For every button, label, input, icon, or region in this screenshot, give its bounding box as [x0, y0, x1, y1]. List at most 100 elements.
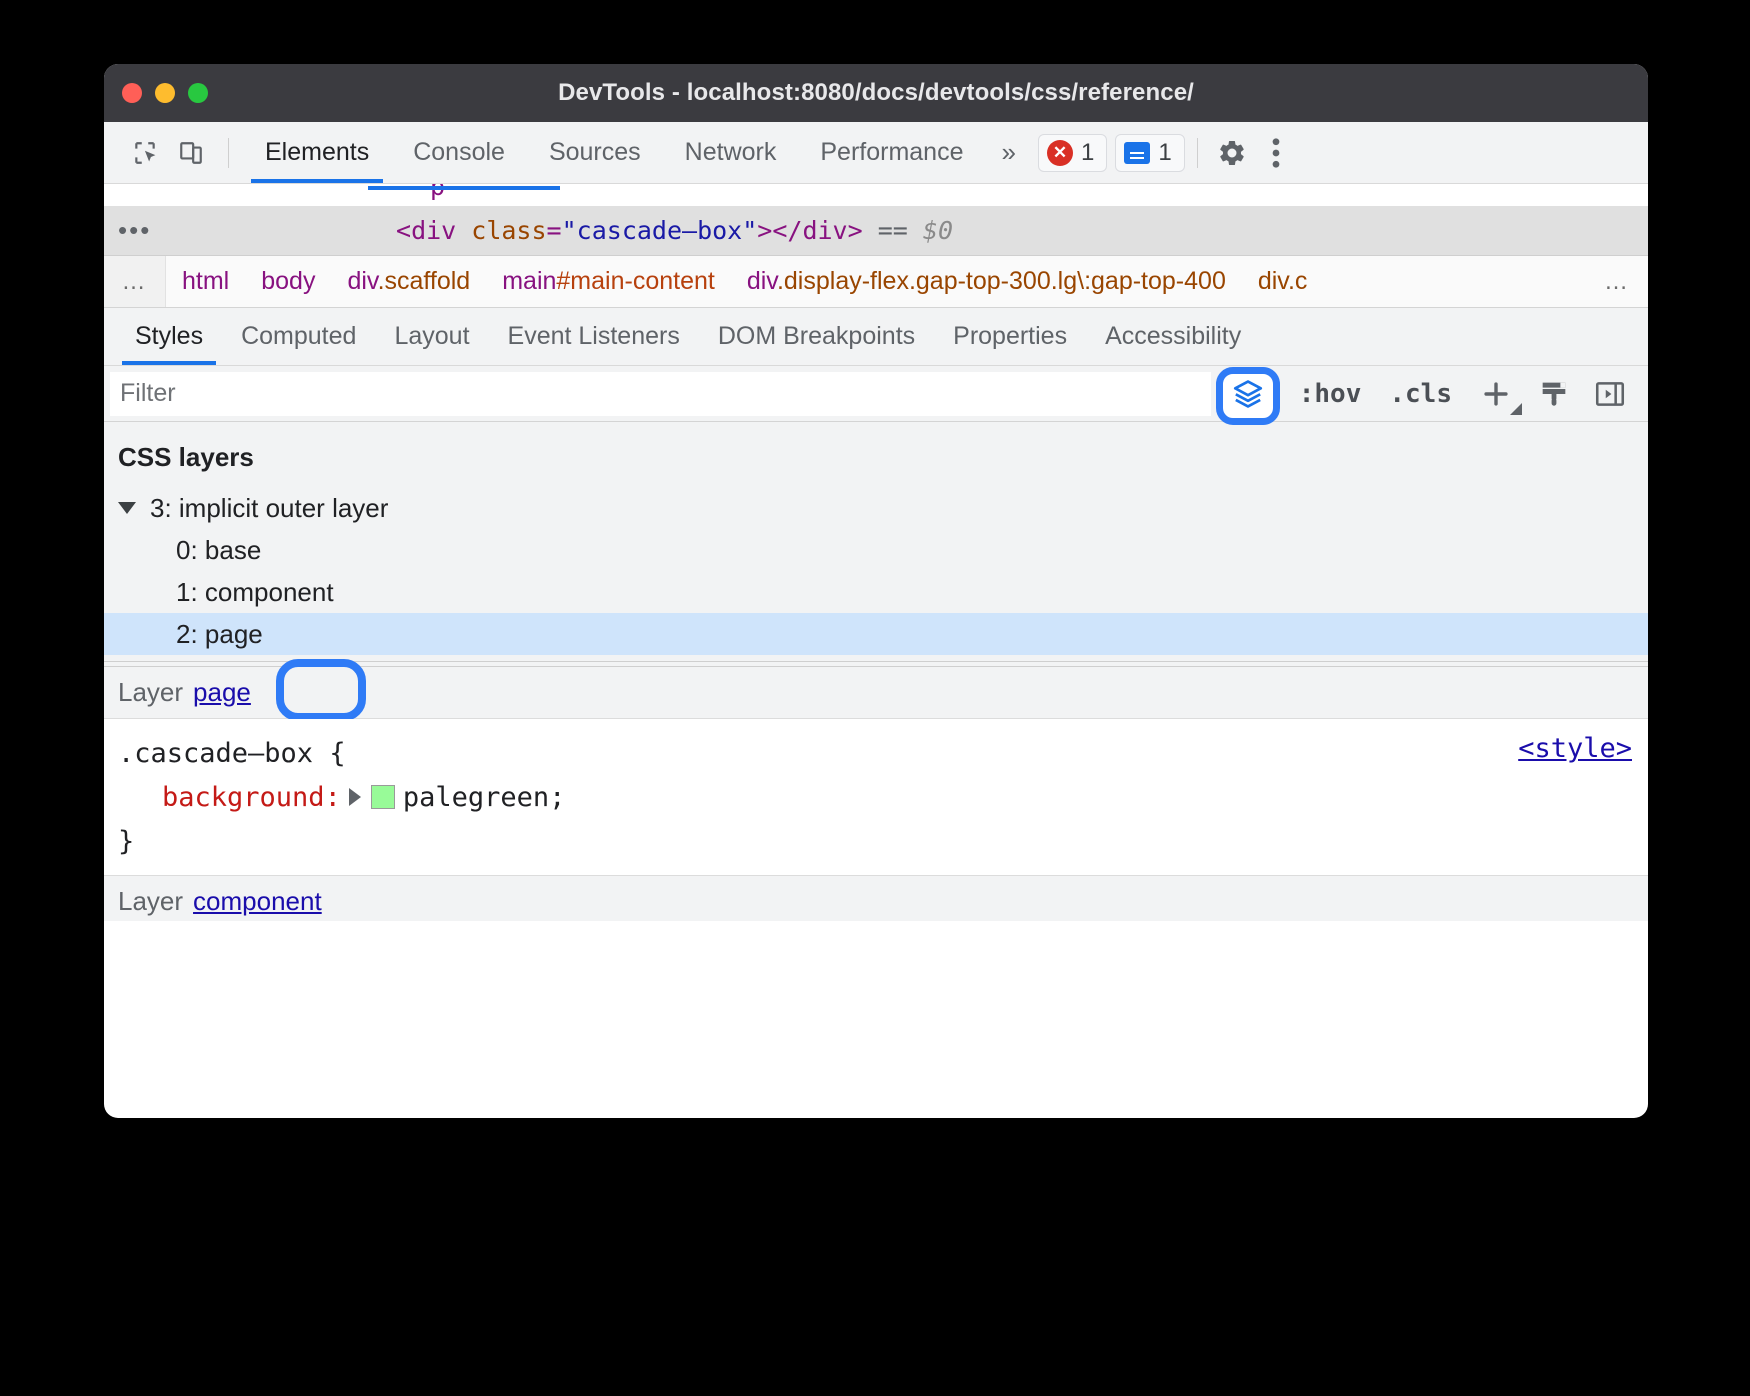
tab-performance-label: Performance	[820, 138, 963, 167]
issue-counters: ✕ 1 1	[1038, 134, 1185, 172]
close-window-button[interactable]	[122, 83, 142, 103]
breadcrumb-overflow-left[interactable]: …	[104, 256, 166, 307]
dom-tag-name: div	[411, 216, 456, 245]
style-source-link-page[interactable]: <style>	[1518, 733, 1632, 764]
toggle-element-state-button[interactable]: :hov	[1285, 379, 1376, 409]
new-style-rule-button[interactable]	[1466, 369, 1526, 419]
minimize-window-button[interactable]	[155, 83, 175, 103]
breadcrumb-item-div-scaffold[interactable]: div.scaffold	[331, 267, 486, 296]
layer-tree-item-component[interactable]: 1: component	[104, 571, 1648, 613]
selected-dom-node-row[interactable]: ••• <div class="cascade–box"></div> == $…	[104, 206, 1648, 256]
breadcrumb-item-div-display-flex[interactable]: div.display-flex.gap-top-300.lg\:gap-top…	[731, 267, 1242, 296]
dom-open-gt: >	[757, 216, 772, 245]
styles-toolbar-actions: :hov .cls	[1211, 366, 1648, 422]
tab-computed[interactable]: Computed	[222, 308, 375, 365]
layer-link-page[interactable]: page	[193, 677, 251, 708]
dom-attr-name: class	[471, 216, 546, 245]
tab-layout[interactable]: Layout	[375, 308, 488, 365]
tab-sources[interactable]: Sources	[527, 122, 663, 183]
style-rule-page: <style> .cascade–box { background:palegr…	[104, 719, 1648, 876]
layer-tree-item-base[interactable]: 0: base	[104, 529, 1648, 571]
layer-header-page: Layer page	[104, 667, 1648, 719]
breadcrumb-item-flex-class: .display-flex.gap-top-300.lg\:gap-top-40…	[777, 267, 1226, 295]
device-toolbar-icon[interactable]	[168, 132, 214, 174]
layer-tree-item-page-label: 2: page	[176, 619, 263, 650]
breadcrumb-item-div-cascade[interactable]: div.c	[1242, 267, 1324, 296]
declaration-property-name[interactable]: background	[162, 782, 325, 813]
message-icon	[1124, 142, 1150, 164]
breadcrumb-item-div-scaffold-tag: div	[347, 267, 377, 295]
rule-selector-page[interactable]: .cascade–box {	[104, 731, 1648, 775]
breadcrumb-item-main-tag: main	[502, 267, 556, 295]
warning-counter[interactable]: 1	[1115, 134, 1184, 172]
breadcrumb-item-html[interactable]: html	[166, 267, 245, 296]
tab-properties-label: Properties	[953, 322, 1067, 351]
css-layers-section-title: CSS layers	[104, 422, 1648, 487]
breadcrumb-item-cascade-label: div.c	[1258, 267, 1308, 295]
breadcrumb-item-body[interactable]: body	[245, 267, 331, 296]
color-swatch-palegreen[interactable]	[371, 785, 395, 809]
dom-close-tag: </div>	[772, 216, 862, 245]
tab-performance[interactable]: Performance	[798, 122, 985, 183]
tab-console-label: Console	[413, 138, 505, 167]
breadcrumb-item-body-label: body	[261, 267, 315, 295]
filter-input[interactable]	[110, 372, 1211, 416]
tab-accessibility-label: Accessibility	[1105, 322, 1241, 351]
chevron-down-icon[interactable]	[118, 502, 136, 514]
styles-pane: CSS layers 3: implicit outer layer 0: ba…	[104, 422, 1648, 921]
toggle-class-button[interactable]: .cls	[1375, 379, 1466, 409]
window-titlebar: DevTools - localhost:8080/docs/devtools/…	[104, 64, 1648, 122]
tab-accessibility[interactable]: Accessibility	[1086, 308, 1260, 365]
dom-tree-scroll-remnant: p	[104, 184, 1648, 206]
declaration-value[interactable]: palegreen;	[403, 782, 566, 813]
devtools-window: DevTools - localhost:8080/docs/devtools/…	[104, 64, 1648, 1118]
breadcrumb-overflow-right[interactable]: …	[1586, 256, 1648, 307]
breadcrumb-item-html-label: html	[182, 267, 229, 295]
kebab-menu-icon[interactable]	[1254, 131, 1298, 175]
toolbar-divider	[228, 138, 229, 168]
dom-ellipsis-icon[interactable]: •••	[104, 215, 170, 246]
chevron-down-icon	[1510, 403, 1522, 415]
error-counter[interactable]: ✕ 1	[1038, 134, 1107, 172]
expand-shorthand-icon[interactable]	[349, 788, 361, 806]
dom-open-lt: <	[396, 216, 411, 245]
inspect-element-icon[interactable]	[122, 132, 168, 174]
screenshot-root: DevTools - localhost:8080/docs/devtools/…	[0, 0, 1750, 1396]
tab-console[interactable]: Console	[391, 122, 527, 183]
rule-selector-page-text: .cascade–box {	[118, 738, 346, 769]
panel-tab-list: Elements Console Sources Network Perform…	[243, 122, 985, 183]
dom-dollar-ref: $0	[923, 216, 953, 245]
toolbar-divider-right	[1197, 138, 1198, 168]
gear-icon[interactable]	[1210, 131, 1254, 175]
show-computed-sidebar-icon[interactable]	[1582, 369, 1638, 419]
layer-tree-item-base-label: 0: base	[176, 535, 261, 566]
paint-brush-icon[interactable]	[1526, 369, 1582, 419]
tab-network[interactable]: Network	[663, 122, 799, 183]
declaration-background-palegreen[interactable]: background:palegreen;	[104, 775, 1648, 819]
tab-layout-label: Layout	[394, 322, 469, 351]
styles-filter-toolbar: :hov .cls	[104, 366, 1648, 422]
tab-elements-label: Elements	[265, 138, 369, 167]
tab-properties[interactable]: Properties	[934, 308, 1086, 365]
breadcrumb-item-main-content[interactable]: main#main-content	[486, 267, 731, 296]
layer-tree-item-implicit-outer[interactable]: 3: implicit outer layer	[104, 487, 1648, 529]
more-panels-chevron-icon[interactable]: »	[985, 137, 1031, 168]
tab-styles[interactable]: Styles	[116, 308, 222, 365]
tab-dom-breakpoints-label: DOM Breakpoints	[718, 322, 915, 351]
tab-elements[interactable]: Elements	[243, 122, 391, 183]
layer-link-component[interactable]: component	[193, 886, 322, 917]
maximize-window-button[interactable]	[188, 83, 208, 103]
tab-event-listeners-label: Event Listeners	[508, 322, 680, 351]
tab-computed-label: Computed	[241, 322, 356, 351]
layer-tree-item-component-label: 1: component	[176, 577, 334, 608]
css-layers-button[interactable]	[1211, 366, 1285, 422]
layer-link-page-highlight	[276, 659, 366, 721]
window-controls[interactable]	[122, 83, 208, 103]
tab-dom-breakpoints[interactable]: DOM Breakpoints	[699, 308, 934, 365]
tab-event-listeners[interactable]: Event Listeners	[489, 308, 699, 365]
styles-sidebar-tab-list: Styles Computed Layout Event Listeners D…	[104, 308, 1648, 366]
breadcrumb: … html body div.scaffold main#main-conte…	[104, 256, 1648, 308]
rule-close-brace-page-text: }	[118, 826, 134, 857]
layer-tree-item-page[interactable]: 2: page	[104, 613, 1648, 655]
dom-attr-eq: =	[547, 216, 562, 245]
